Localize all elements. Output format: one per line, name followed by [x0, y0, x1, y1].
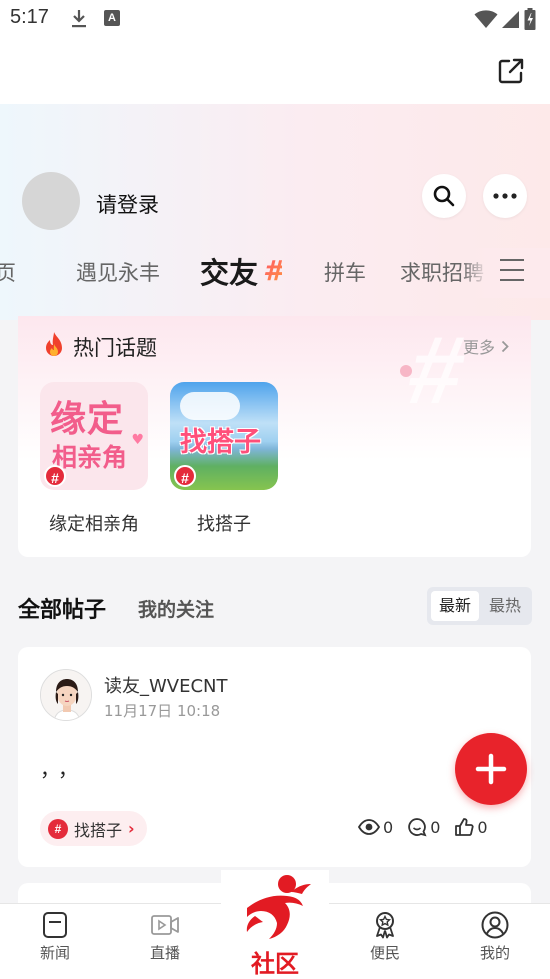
app-notification-icon: A — [104, 10, 120, 26]
tag-label: 找搭子 — [74, 820, 123, 840]
comments-count: 0 — [430, 817, 441, 837]
channel-tabs: 首页 遇见永丰 交友 # 拼车 求职招聘 — [0, 248, 550, 298]
hashtag-badge-icon: # — [44, 465, 66, 487]
hashtag-badge-icon: # — [48, 818, 68, 839]
eye-icon — [358, 819, 380, 835]
user-avatar[interactable] — [22, 172, 80, 230]
nav-label: 直播 — [149, 944, 180, 962]
topic-name: 缘定相亲角 — [49, 514, 139, 535]
download-icon — [72, 10, 86, 28]
battery-icon — [524, 8, 536, 30]
topic-name: 找搭子 — [197, 514, 251, 535]
likes-count: 0 — [477, 817, 488, 837]
likes-stat[interactable]: 0 — [454, 817, 488, 837]
more-topics-link[interactable]: 更多 — [463, 334, 509, 358]
medal-icon — [376, 912, 394, 939]
decorative-dot — [400, 365, 412, 377]
community-logo-icon — [246, 875, 311, 939]
news-icon — [43, 912, 67, 938]
status-bar: 5:17 A — [0, 0, 550, 38]
search-icon — [433, 185, 455, 207]
menu-icon[interactable] — [500, 259, 524, 281]
status-time: 5:17 — [10, 6, 49, 28]
tab-home[interactable]: 首页 — [0, 257, 16, 287]
comments-stat[interactable]: 0 — [407, 817, 440, 837]
hashtag-badge-icon: # — [174, 465, 196, 487]
views-count: 0 — [383, 817, 394, 837]
topic-item[interactable]: 找搭子 # 找搭子 — [170, 382, 280, 536]
post-content[interactable]: ，， — [40, 753, 86, 782]
user-avatar-illustration — [41, 670, 91, 720]
tab-carpool[interactable]: 拼车 — [324, 257, 366, 287]
more-dots-icon — [493, 193, 517, 199]
thumb-text: 找搭子 — [180, 427, 261, 458]
post-stats: 0 0 0 — [358, 817, 488, 837]
nav-services[interactable]: 便民 — [345, 910, 425, 963]
plus-icon — [475, 753, 507, 785]
profile-icon — [481, 911, 509, 939]
video-icon — [151, 915, 179, 935]
tab-meet-yongfeng[interactable]: 遇见永丰 — [76, 257, 160, 287]
header-area: 请登录 首页 遇见永丰 交友 # 拼车 求职招聘 — [0, 104, 550, 320]
sort-toggle: 最新 最热 — [427, 587, 532, 625]
search-button[interactable] — [422, 174, 466, 218]
posts-section-header: 全部帖子 我的关注 最新 最热 — [0, 580, 550, 630]
topic-item[interactable]: 缘定 相亲角 ♥ # 缘定相亲角 — [40, 382, 150, 536]
avatar[interactable] — [40, 669, 92, 721]
chevron-right-icon — [501, 340, 509, 352]
nav-label: 我的 — [479, 944, 510, 962]
heart-icon: ♥ — [131, 432, 144, 448]
hashtag-icon: # — [263, 254, 283, 287]
hot-topics-card: # 热门话题 更多 缘定 相亲角 ♥ # 缘定相亲角 找搭子 # 找搭子 — [18, 316, 531, 557]
chevron-right-icon: › — [128, 819, 135, 838]
comment-icon — [408, 818, 427, 837]
nav-mine[interactable]: 我的 — [455, 910, 535, 963]
share-icon[interactable] — [496, 56, 526, 86]
post-username[interactable]: 读友_WVECNT — [104, 672, 228, 698]
post-card[interactable]: 读友_WVECNT 11月17日 10:18 ，， # 找搭子 › 0 0 0 — [18, 647, 531, 867]
nav-live[interactable]: 直播 — [125, 910, 205, 963]
fire-icon — [46, 332, 62, 356]
nav-label: 社区 — [251, 950, 299, 978]
nav-community[interactable]: 社区 — [221, 870, 329, 979]
login-link[interactable]: 请登录 — [96, 189, 159, 219]
create-post-button[interactable] — [455, 733, 527, 805]
sort-newest-button[interactable]: 最新 — [431, 591, 479, 621]
wifi-icon — [474, 10, 498, 28]
tab-my-follows[interactable]: 我的关注 — [138, 595, 214, 622]
thumbs-up-icon — [455, 818, 474, 836]
nav-label: 便民 — [369, 944, 400, 962]
nav-label: 新闻 — [39, 944, 70, 962]
more-button[interactable] — [483, 174, 527, 218]
cloud-illustration — [180, 392, 240, 420]
top-bar — [0, 38, 550, 104]
hot-topics-title: 热门话题 — [73, 336, 157, 360]
more-label: 更多 — [463, 338, 496, 357]
tab-social[interactable]: 交友 — [200, 250, 258, 292]
nav-news[interactable]: 新闻 — [15, 910, 95, 963]
sort-hottest-button[interactable]: 最热 — [483, 591, 527, 621]
views-stat: 0 — [358, 818, 393, 837]
topic-thumbnail: 缘定 相亲角 ♥ # — [40, 382, 148, 490]
topic-thumbnail: 找搭子 # — [170, 382, 278, 490]
tab-all-posts[interactable]: 全部帖子 — [18, 592, 106, 624]
post-topic-tag[interactable]: # 找搭子 › — [40, 811, 147, 846]
post-timestamp: 11月17日 10:18 — [104, 702, 221, 720]
status-icons — [474, 8, 536, 30]
thumb-text: 缘定 — [50, 399, 125, 440]
signal-icon — [502, 11, 519, 28]
